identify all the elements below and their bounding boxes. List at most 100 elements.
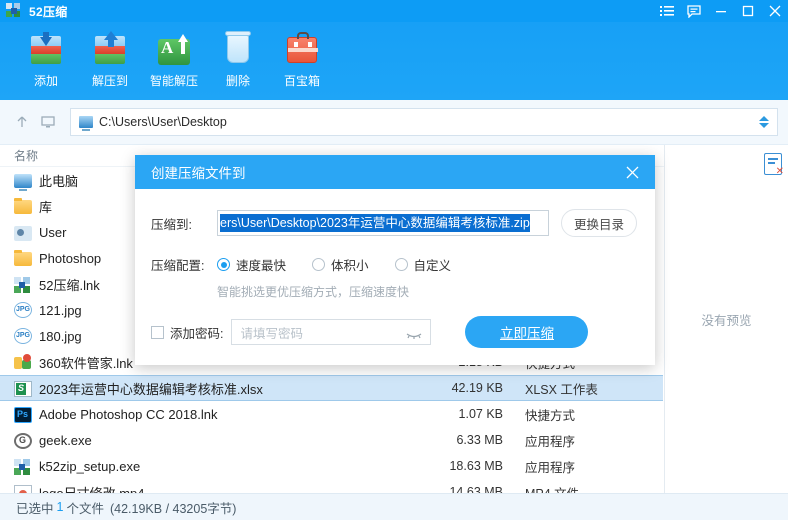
computer-icon[interactable]: [36, 110, 60, 134]
path-row: 压缩到: ers\User\Desktop\2023年运营中心数据编辑考核标准.…: [151, 209, 637, 237]
document-error-icon: ✕: [764, 153, 782, 175]
archive-add-icon: [26, 30, 66, 70]
radio-custom-label: 自定义: [414, 255, 452, 274]
address-input[interactable]: C:\Users\User\Desktop: [70, 108, 778, 136]
table-row[interactable]: geek.exe6.33 MB应用程序: [0, 427, 663, 453]
table-row[interactable]: k52zip_setup.exe18.63 MB应用程序: [0, 453, 663, 479]
radio-fastest[interactable]: 速度最快: [217, 255, 286, 274]
table-row[interactable]: Adobe Photoshop CC 2018.lnk1.07 KB快捷方式: [0, 401, 663, 427]
toolbar-smart-extract-button[interactable]: A 智能解压: [142, 28, 206, 89]
zip-app-icon: [14, 277, 32, 293]
app-logo-icon: [6, 3, 22, 19]
arrow-up-icon[interactable]: [10, 110, 34, 134]
xlsx-icon: [14, 381, 32, 397]
file-type: 应用程序: [503, 431, 663, 450]
table-row[interactable]: logo尺寸修改.mp414.63 MBMP4 文件: [0, 479, 663, 493]
radio-dot-icon: [217, 258, 230, 271]
status-detail: (42.19KB / 43205字节): [110, 498, 236, 517]
archive-path-input[interactable]: ers\User\Desktop\2023年运营中心数据编辑考核标准.zip: [217, 210, 549, 236]
create-archive-dialog: 创建压缩文件到 压缩到: ers\User\Desktop\2023年运营中心数…: [135, 155, 655, 365]
dialog-body: 压缩到: ers\User\Desktop\2023年运营中心数据编辑考核标准.…: [135, 189, 655, 365]
file-size: 6.33 MB: [383, 433, 503, 447]
jpg-icon: JPG: [14, 328, 32, 344]
title-bar: 52压缩: [0, 0, 788, 22]
app-window: 52压缩: [0, 0, 788, 520]
add-password-label: 添加密码:: [170, 323, 223, 342]
toolbar-add-label: 添加: [34, 72, 58, 89]
change-directory-button[interactable]: 更换目录: [561, 209, 637, 237]
add-password-checkbox[interactable]: [151, 326, 164, 339]
mp4-icon: [14, 485, 32, 494]
status-suffix: 个文件: [66, 498, 104, 517]
close-icon[interactable]: [761, 0, 788, 22]
status-count: 1: [57, 500, 64, 514]
toolbar-extract-label: 解压到: [92, 72, 128, 89]
config-label: 压缩配置:: [151, 255, 217, 274]
list-icon[interactable]: [653, 0, 680, 22]
window-controls: [653, 0, 788, 22]
archive-path-value: ers\User\Desktop\2023年运营中心数据编辑考核标准.zip: [220, 214, 530, 233]
password-input[interactable]: 请填写密码: [231, 319, 431, 345]
address-path: C:\Users\User\Desktop: [99, 115, 227, 129]
radio-fastest-label: 速度最快: [236, 255, 286, 274]
radio-custom[interactable]: 自定义: [395, 255, 452, 274]
table-row[interactable]: 2023年运营中心数据编辑考核标准.xlsx42.19 KBXLSX 工作表: [0, 375, 663, 401]
file-name: 2023年运营中心数据编辑考核标准.xlsx: [39, 379, 383, 398]
jpg-icon: JPG: [14, 302, 32, 318]
file-type: MP4 文件: [503, 483, 663, 494]
compress-now-button[interactable]: 立即压缩: [465, 316, 588, 348]
radio-dot-icon: [312, 258, 325, 271]
file-type: XLSX 工作表: [503, 379, 663, 398]
photoshop-icon: [14, 407, 32, 423]
compress-now-label: 立即压缩: [500, 322, 554, 342]
file-name: k52zip_setup.exe: [39, 459, 383, 474]
file-size: 14.63 MB: [383, 485, 503, 493]
toolbox-icon: [282, 30, 322, 70]
config-row: 压缩配置: 速度最快 体积小 自定义: [151, 255, 637, 274]
status-prefix: 已选中: [16, 498, 54, 517]
radio-smallest-label: 体积小: [331, 255, 369, 274]
folder-icon: [14, 200, 32, 214]
address-dropdown-icon[interactable]: [759, 116, 769, 128]
main-toolbar: 添加 解压到 A 智能解压 删除: [0, 22, 788, 100]
dialog-title-bar: 创建压缩文件到: [135, 155, 655, 189]
close-icon[interactable]: [619, 159, 645, 185]
radio-dot-icon: [395, 258, 408, 271]
toolbar-toolbox-label: 百宝箱: [284, 72, 320, 89]
zip-app-icon: [14, 459, 32, 475]
app-title: 52压缩: [29, 3, 68, 20]
360-icon: [14, 355, 32, 371]
preview-panel: ✕ 没有预览: [664, 145, 788, 493]
password-placeholder: 请填写密码: [240, 323, 303, 342]
toolbar-add-button[interactable]: 添加: [14, 28, 78, 89]
file-name: geek.exe: [39, 433, 383, 448]
eye-closed-icon[interactable]: [406, 327, 422, 337]
file-size: 18.63 MB: [383, 459, 503, 473]
file-type: 应用程序: [503, 457, 663, 476]
user-icon: [14, 226, 32, 241]
toolbar-toolbox-button[interactable]: 百宝箱: [270, 28, 334, 89]
status-bar: 已选中 1 个文件 (42.19KB / 43205字节): [0, 493, 788, 520]
feedback-icon[interactable]: [680, 0, 707, 22]
toolbar-extract-button[interactable]: 解压到: [78, 28, 142, 89]
computer-icon: [14, 174, 32, 188]
file-name: Adobe Photoshop CC 2018.lnk: [39, 407, 383, 422]
geek-icon: [14, 433, 32, 449]
ai-extract-icon: A: [154, 30, 194, 70]
password-row: 添加密码: 请填写密码 立即压缩: [151, 316, 637, 348]
file-name: logo尺寸修改.mp4: [39, 483, 383, 494]
desktop-icon: [79, 116, 93, 128]
toolbar-smart-extract-label: 智能解压: [150, 72, 198, 89]
dialog-title: 创建压缩文件到: [151, 162, 246, 182]
toolbar-delete-button[interactable]: 删除: [206, 28, 270, 89]
file-size: 42.19 KB: [383, 381, 503, 395]
column-header-name: 名称: [14, 147, 38, 164]
file-size: 1.07 KB: [383, 407, 503, 421]
trash-icon: [218, 30, 258, 70]
preview-empty-text: 没有预览: [701, 310, 751, 329]
maximize-icon[interactable]: [734, 0, 761, 22]
file-type: 快捷方式: [503, 405, 663, 424]
minimize-icon[interactable]: [707, 0, 734, 22]
radio-smallest[interactable]: 体积小: [312, 255, 369, 274]
config-hint: 智能挑选更优压缩方式，压缩速度快: [217, 283, 637, 300]
